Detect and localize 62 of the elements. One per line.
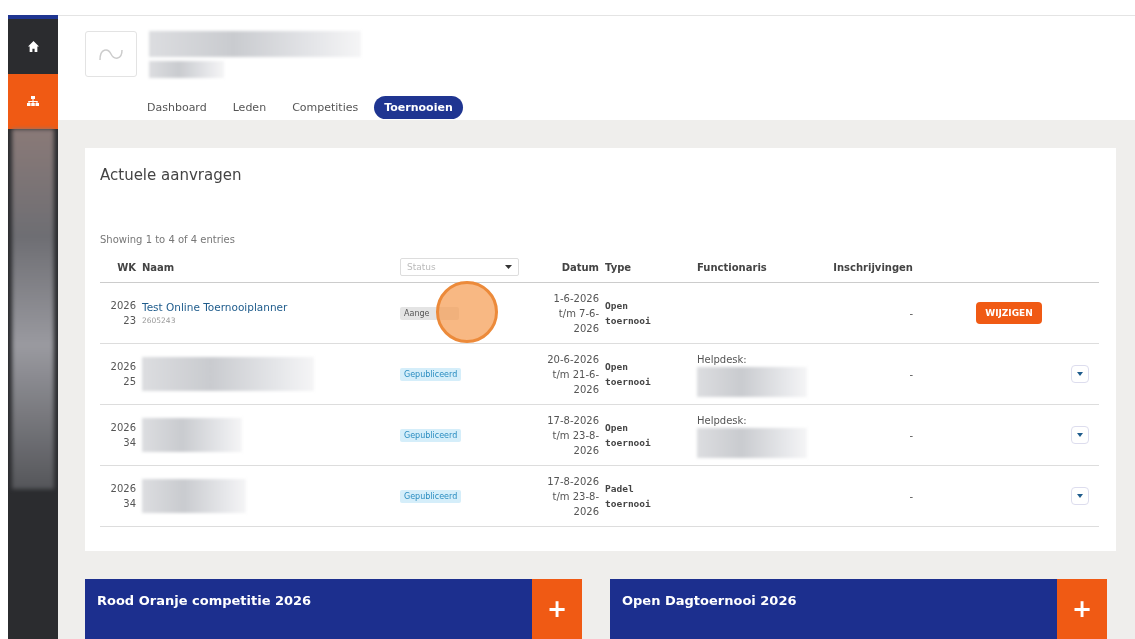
week-text: 34 bbox=[123, 436, 136, 450]
date-text: t/m 21-6- bbox=[552, 367, 599, 382]
date-text: 17-8-2026 bbox=[547, 413, 599, 428]
column-header: Datum bbox=[519, 258, 599, 283]
card-title: Actuele aanvragen bbox=[100, 166, 243, 184]
date-text: 2026 bbox=[573, 321, 599, 336]
home-icon bbox=[27, 41, 39, 52]
status-label: Gepubliceerd bbox=[400, 489, 462, 503]
date-text: 1-6-2026 bbox=[553, 291, 599, 306]
column-header: Inschrijvingen bbox=[826, 258, 913, 283]
date-text: t/m 7-6- bbox=[558, 306, 599, 321]
sitemap-icon bbox=[27, 96, 39, 107]
status-label: Gepubliceerd bbox=[400, 428, 462, 442]
expand-button[interactable] bbox=[1071, 365, 1089, 383]
entries-info: Showing 1 to 4 of 4 entries bbox=[100, 234, 236, 245]
date-text: 2026 bbox=[573, 443, 599, 458]
column-header: Naam bbox=[136, 258, 394, 283]
caret-icon bbox=[1077, 494, 1083, 498]
date-text: t/m 23-8- bbox=[552, 489, 599, 504]
column-header: WK bbox=[100, 258, 136, 283]
year-text: 2026 bbox=[110, 360, 136, 374]
status-label: Gepubliceerd bbox=[400, 367, 462, 381]
nav-tab[interactable]: Leden bbox=[222, 96, 277, 119]
date-text: 17-8-2026 bbox=[547, 474, 599, 489]
type-text: toernooi bbox=[605, 497, 651, 511]
type-text: toernooi bbox=[605, 314, 651, 328]
year-text: 2026 bbox=[110, 421, 136, 435]
official-label: Helpdesk: bbox=[697, 413, 747, 428]
type-text: toernooi bbox=[605, 436, 651, 450]
card-title: Rood Oranje competitie 2026 bbox=[96, 592, 313, 610]
nav-tab[interactable]: Dashboard bbox=[137, 96, 217, 119]
date-text: 20-6-2026 bbox=[547, 352, 599, 367]
entries-text: - bbox=[909, 307, 913, 319]
official-label: Helpdesk: bbox=[697, 352, 747, 367]
date-text: 2026 bbox=[573, 504, 599, 519]
column-header: Functionaris bbox=[691, 258, 826, 283]
caret-icon bbox=[505, 265, 512, 269]
date-text: 2026 bbox=[573, 382, 599, 397]
nav-tab[interactable]: Competities bbox=[282, 96, 369, 119]
expand-button[interactable] bbox=[1071, 426, 1089, 444]
date-text: t/m 23-8- bbox=[552, 428, 599, 443]
nav-tab[interactable]: Toernooien bbox=[374, 96, 463, 119]
year-text: 2026 bbox=[110, 299, 136, 313]
entries-text: - bbox=[909, 490, 913, 502]
wave-logo-icon bbox=[98, 46, 124, 62]
week-text: 34 bbox=[123, 497, 136, 511]
caret-icon bbox=[1077, 433, 1083, 437]
card-title: Open Dagtoernooi 2026 bbox=[621, 592, 798, 610]
type-text: toernooi bbox=[605, 375, 651, 389]
type-text: Padel bbox=[605, 482, 634, 496]
column-header: Type bbox=[599, 258, 691, 283]
type-text: Open bbox=[605, 421, 628, 435]
type-text: Open bbox=[605, 299, 628, 313]
week-text: 25 bbox=[123, 375, 136, 389]
type-text: Open bbox=[605, 360, 628, 374]
tournament-link[interactable]: Test Online Toernooiplanner bbox=[142, 301, 288, 313]
entries-text: - bbox=[909, 429, 913, 441]
entries-text: - bbox=[909, 368, 913, 380]
year-text: 2026 bbox=[110, 482, 136, 496]
expand-button[interactable] bbox=[1071, 487, 1089, 505]
week-text: 23 bbox=[123, 314, 136, 328]
caret-icon bbox=[1077, 372, 1083, 376]
